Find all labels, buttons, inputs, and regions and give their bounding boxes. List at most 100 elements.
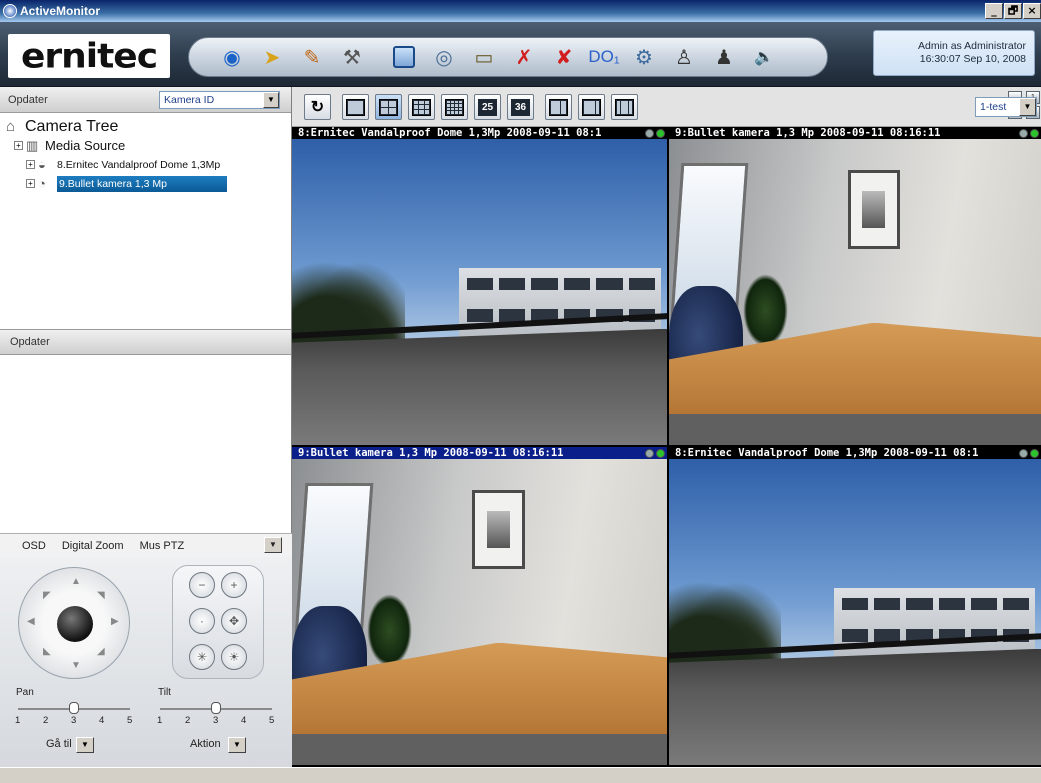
status-bar bbox=[0, 767, 1041, 783]
zoom-out-icon[interactable]: − bbox=[189, 572, 215, 598]
record-status-icon[interactable] bbox=[645, 129, 654, 138]
arrow-up-icon[interactable]: ▲ bbox=[71, 576, 81, 587]
online-status-icon[interactable] bbox=[1030, 449, 1039, 458]
tab-osd[interactable]: OSD bbox=[22, 540, 46, 552]
tree-camera-8[interactable]: + ◒ 8.Ernitec Vandalproof Dome 1,3Mp bbox=[6, 155, 291, 174]
video-tile[interactable]: 8:Ernitec Vandalproof Dome 1,3Mp 2008-09… bbox=[669, 447, 1041, 765]
online-status-icon[interactable] bbox=[656, 129, 665, 138]
chevron-down-icon[interactable]: ▼ bbox=[263, 92, 279, 108]
expand-icon[interactable]: + bbox=[26, 160, 35, 169]
eye-icon[interactable]: ◉ bbox=[217, 42, 247, 72]
do-output-icon[interactable]: DO₁ bbox=[588, 42, 619, 72]
layout-1x1-button[interactable] bbox=[342, 94, 369, 120]
refresh-bar-label: Opdater bbox=[10, 336, 50, 348]
operator-group-icon[interactable]: ♟ bbox=[709, 42, 739, 72]
record-status-icon[interactable] bbox=[645, 449, 654, 458]
ptz-joystick[interactable]: ▲ ▼ ◀ ▶ ◤ ◥ ◣ ◢ bbox=[18, 567, 130, 679]
tag-icon[interactable]: ➤ bbox=[257, 42, 287, 72]
tick-label: 2 bbox=[185, 715, 191, 726]
arrow-down-icon[interactable]: ▼ bbox=[71, 660, 81, 671]
monitor-icon[interactable]: ▭ bbox=[469, 42, 499, 72]
layout-4x4-button[interactable] bbox=[441, 94, 468, 120]
arrow-right-icon[interactable]: ▶ bbox=[111, 616, 119, 627]
video-tile[interactable]: 8:Ernitec Vandalproof Dome 1,3Mp 2008-09… bbox=[292, 127, 667, 445]
tab-mouse-ptz[interactable]: Mus PTZ bbox=[140, 540, 185, 552]
tile-status-icons bbox=[645, 449, 665, 458]
video-frame bbox=[292, 459, 667, 765]
layout-1plus7-button[interactable] bbox=[578, 94, 605, 120]
filter-value: Kamera ID bbox=[164, 94, 215, 106]
cancel-multi-icon[interactable]: ✘ bbox=[549, 42, 579, 72]
close-button[interactable]: × bbox=[1023, 3, 1041, 19]
video-caption: 8:Ernitec Vandalproof Dome 1,3Mp 2008-09… bbox=[292, 127, 667, 139]
iris-close-icon[interactable]: ✳ bbox=[189, 644, 215, 670]
layout-25-button[interactable]: 25 bbox=[474, 94, 501, 120]
expand-icon[interactable]: + bbox=[26, 179, 35, 188]
fullscreen-icon[interactable] bbox=[389, 42, 419, 72]
focus-near-icon[interactable]: · bbox=[189, 608, 215, 634]
arrow-left-icon[interactable]: ◀ bbox=[27, 616, 35, 627]
online-status-icon[interactable] bbox=[1030, 129, 1039, 138]
preset-select[interactable]: 1-test ▼ bbox=[975, 97, 1037, 117]
tick-label: 4 bbox=[99, 715, 105, 726]
refresh-bar[interactable]: Opdater bbox=[0, 329, 291, 355]
joystick-knob[interactable] bbox=[57, 606, 93, 642]
window-titlebar: ActiveMonitor _ 🗗 × bbox=[0, 0, 1041, 22]
refresh-button[interactable]: Opdater bbox=[8, 94, 48, 106]
chevron-down-icon[interactable]: ▼ bbox=[264, 537, 282, 553]
media-source-label: Media Source bbox=[45, 138, 126, 153]
wand-icon[interactable]: ✎ bbox=[297, 42, 327, 72]
zoom-in-icon[interactable]: + bbox=[221, 572, 247, 598]
expand-icon[interactable]: + bbox=[14, 141, 23, 150]
action-select[interactable]: ▼ bbox=[228, 737, 246, 753]
layout-36-button[interactable]: 36 bbox=[507, 94, 534, 120]
filter-select[interactable]: Kamera ID ▼ bbox=[159, 91, 280, 109]
window-controls: _ 🗗 × bbox=[985, 3, 1041, 19]
arrow-downleft-icon[interactable]: ◣ bbox=[43, 646, 51, 657]
layout-3x3-button[interactable] bbox=[408, 94, 435, 120]
left-panel: Opdater Kamera ID ▼ ⌂ Camera Tree + ▥ Me… bbox=[0, 87, 292, 767]
video-frame bbox=[669, 139, 1041, 445]
main-toolbar: ◉ ➤ ✎ ⚒ ◎ ▭ ✗ ✘ DO₁ ⚙ ♙ ♟ 🔈 bbox=[188, 37, 828, 77]
tree-media-source[interactable]: + ▥ Media Source bbox=[6, 136, 291, 155]
tick-label: 5 bbox=[127, 715, 133, 726]
dome-camera-icon: ◒ bbox=[38, 156, 46, 172]
record-status-icon[interactable] bbox=[1019, 449, 1028, 458]
layout-2x2-button[interactable] bbox=[375, 94, 402, 120]
video-tile[interactable]: 9:Bullet kamera 1,3 Mp 2008-09-11 08:16:… bbox=[669, 127, 1041, 445]
goto-select[interactable]: ▼ bbox=[76, 737, 94, 753]
window-title: ActiveMonitor bbox=[20, 4, 101, 18]
home-icon: ⌂ bbox=[6, 117, 16, 135]
tree-root[interactable]: ⌂ Camera Tree bbox=[6, 117, 291, 136]
cancel-red-icon[interactable]: ✗ bbox=[509, 42, 539, 72]
layout-1plus5-button[interactable] bbox=[545, 94, 572, 120]
tree-camera-9[interactable]: + ◔ 9.Bullet kamera 1,3 Mp bbox=[6, 174, 291, 193]
arrow-upright-icon[interactable]: ◥ bbox=[97, 590, 105, 601]
speaker-icon[interactable]: 🔈 bbox=[749, 42, 779, 72]
layout-1plus12-button[interactable] bbox=[611, 94, 638, 120]
camera-icon[interactable]: ◎ bbox=[429, 42, 459, 72]
preset-value: 1-test bbox=[980, 101, 1007, 113]
focus-far-icon[interactable]: ✥ bbox=[221, 608, 247, 634]
pan-slider-thumb[interactable] bbox=[69, 702, 79, 714]
arrow-upleft-icon[interactable]: ◤ bbox=[43, 590, 51, 601]
restore-button[interactable]: 🗗 bbox=[1004, 3, 1022, 19]
online-status-icon[interactable] bbox=[656, 449, 665, 458]
goto-label: Gå til bbox=[46, 738, 72, 750]
cycle-layout-button[interactable]: ↻ bbox=[304, 94, 331, 120]
video-tile[interactable]: 9:Bullet kamera 1,3 Mp 2008-09-11 08:16:… bbox=[292, 447, 667, 765]
operator-icon[interactable]: ♙ bbox=[669, 42, 699, 72]
video-frame bbox=[292, 139, 667, 445]
video-caption: 9:Bullet kamera 1,3 Mp 2008-09-11 08:16:… bbox=[292, 447, 667, 459]
settings-chip-icon[interactable]: ⚙ bbox=[629, 42, 659, 72]
record-status-icon[interactable] bbox=[1019, 129, 1028, 138]
hammer-icon[interactable]: ⚒ bbox=[337, 42, 367, 72]
tilt-slider-thumb[interactable] bbox=[211, 702, 221, 714]
tab-digital-zoom[interactable]: Digital Zoom bbox=[62, 540, 124, 552]
chevron-down-icon[interactable]: ▼ bbox=[1019, 98, 1036, 116]
iris-open-icon[interactable]: ☀ bbox=[221, 644, 247, 670]
current-datetime: 16:30:07 Sep 10, 2008 bbox=[919, 53, 1026, 65]
minimize-button[interactable]: _ bbox=[985, 3, 1003, 19]
arrow-downright-icon[interactable]: ◢ bbox=[97, 646, 105, 657]
tick-label: 4 bbox=[241, 715, 247, 726]
